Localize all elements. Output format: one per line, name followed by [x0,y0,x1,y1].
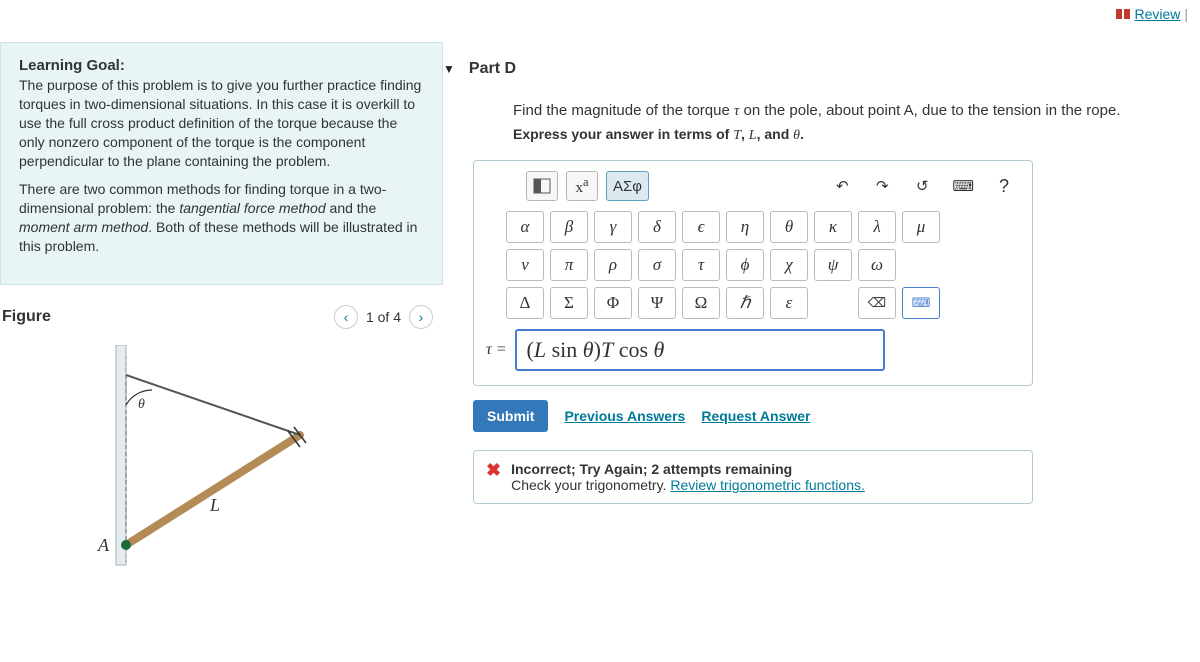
answer-lhs: τ = [486,341,507,359]
greek-Delta[interactable]: Δ [506,287,544,319]
greek-phi[interactable]: ϕ [726,249,764,281]
learning-goal-box: Learning Goal: The purpose of this probl… [0,42,443,285]
greek-hbar[interactable]: ℏ [726,287,764,319]
backspace-button[interactable]: ⌫ [858,287,896,319]
template-button[interactable]: xa [566,171,598,201]
answer-input[interactable]: (L sin θ)T cos θ [515,329,885,371]
greek-Sigma[interactable]: Σ [550,287,588,319]
request-answer-link[interactable]: Request Answer [701,408,810,424]
keyboard-button[interactable]: ⌨ [946,171,980,201]
learning-goal-p2: There are two common methods for finding… [19,180,426,256]
answer-box: xa ΑΣφ ↶ ↷ ↺ ⌨ ? α β γ δ ϵ η θ [473,160,1033,386]
greek-omega[interactable]: ω [858,249,896,281]
feedback-title: Incorrect; Try Again; 2 attempts remaini… [511,461,792,477]
previous-answers-link[interactable]: Previous Answers [564,408,685,424]
part-prompt: Find the magnitude of the torque τ on th… [513,102,1180,120]
greek-eta[interactable]: η [726,211,764,243]
greek-chi[interactable]: χ [770,249,808,281]
redo-button[interactable]: ↷ [866,171,898,201]
figure-label-L: L [210,495,220,516]
figure-next-button[interactable]: › [409,305,433,329]
greek-psi[interactable]: ψ [814,249,852,281]
greek-rho[interactable]: ρ [594,249,632,281]
undo-button[interactable]: ↶ [826,171,858,201]
greek-button[interactable]: ΑΣφ [606,171,649,201]
part-hint: Express your answer in terms of T, L, an… [513,126,1180,144]
greek-lambda[interactable]: λ [858,211,896,243]
figure-prev-button[interactable]: ‹ [334,305,358,329]
review-icon [1116,9,1130,19]
greek-alpha[interactable]: α [506,211,544,243]
greek-gamma[interactable]: γ [594,211,632,243]
format-button[interactable] [526,171,558,201]
learning-goal-heading: Learning Goal: [19,57,426,74]
greek-kappa[interactable]: κ [814,211,852,243]
figure-heading: Figure [2,308,51,326]
feedback-box: ✖ Incorrect; Try Again; 2 attempts remai… [473,450,1033,504]
greek-tau[interactable]: τ [682,249,720,281]
feedback-body: Check your trigonometry. [511,477,670,493]
review-link[interactable]: Review [1134,6,1180,22]
figure-label-theta: θ [138,397,145,413]
greek-beta[interactable]: β [550,211,588,243]
review-divider: | [1184,6,1188,22]
greek-Psi[interactable]: Ψ [638,287,676,319]
figure-diagram: θ L A [0,335,443,615]
greek-varepsilon[interactable]: ε [770,287,808,319]
greek-mu[interactable]: μ [902,211,940,243]
feedback-link[interactable]: Review trigonometric functions. [670,477,865,493]
keyboard2-button[interactable]: ⌨ [902,287,940,319]
greek-pi[interactable]: π [550,249,588,281]
incorrect-icon: ✖ [486,461,501,479]
figure-label-A: A [98,535,109,556]
greek-delta[interactable]: δ [638,211,676,243]
submit-button[interactable]: Submit [473,400,548,432]
part-collapse-toggle[interactable]: ▼ [443,62,455,76]
figure-page-label: 1 of 4 [366,309,401,325]
greek-palette: α β γ δ ϵ η θ κ λ μ ν π ρ σ τ ϕ [506,211,1020,319]
figure-pager: ‹ 1 of 4 › [334,305,433,329]
greek-sigma[interactable]: σ [638,249,676,281]
greek-Phi[interactable]: Φ [594,287,632,319]
greek-epsilon[interactable]: ϵ [682,211,720,243]
greek-Omega[interactable]: Ω [682,287,720,319]
part-heading: Part D [469,60,516,78]
greek-theta[interactable]: θ [770,211,808,243]
learning-goal-p1: The purpose of this problem is to give y… [19,76,426,170]
reset-button[interactable]: ↺ [906,171,938,201]
greek-nu[interactable]: ν [506,249,544,281]
help-button[interactable]: ? [988,171,1020,201]
